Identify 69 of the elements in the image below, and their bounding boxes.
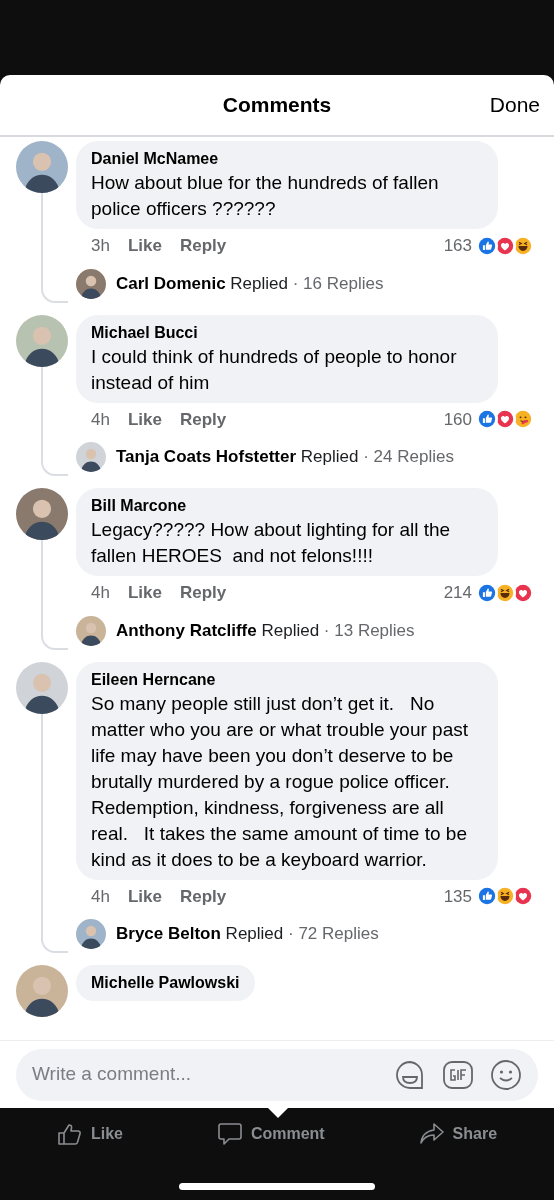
avatar[interactable] [16, 141, 68, 193]
laughing-reaction-icon [494, 885, 516, 908]
replies-summary[interactable]: Tanja Coats Hofstetter Replied · 24 Replies [116, 444, 454, 470]
emoji-icon[interactable] [490, 1058, 522, 1091]
avatar[interactable] [76, 919, 106, 949]
comment-text: Legacy????? How about lighting for all the fallen HEROES and not felons!!!! [91, 518, 452, 568]
action-button[interactable]: Comment [216, 1121, 325, 1147]
like-link[interactable]: Like [127, 406, 162, 432]
reply-link[interactable]: Reply [179, 580, 227, 606]
like-reaction-icon [476, 885, 498, 908]
share-arrow-icon [418, 1121, 445, 1147]
replies-summary[interactable]: Carl Domenic Replied · 16 Replies [116, 270, 384, 297]
avatar[interactable] [76, 615, 106, 646]
heart-reaction-icon [512, 581, 534, 604]
reaction-count: 214 [443, 582, 472, 604]
action-button[interactable]: Share [418, 1121, 498, 1147]
comment-time: 4h [91, 582, 110, 604]
like-link[interactable]: Like [127, 580, 162, 606]
action-label: Comment [250, 1124, 325, 1144]
hugging-reaction-icon [512, 408, 534, 431]
comment-author[interactable]: Bill Marcone [91, 495, 483, 517]
comment-author[interactable]: Michelle Pawlowski [91, 972, 240, 994]
laughing-reaction-icon [494, 581, 516, 604]
comment-time: 3h [91, 235, 110, 257]
comment-text: I could think of hundreds of people to honor instead of him [91, 344, 458, 395]
heart-reaction-icon [494, 234, 516, 257]
reply-link[interactable]: Reply [179, 233, 227, 259]
comment-time: 4h [91, 885, 110, 908]
comment-text: How about blue for the hundreds of fallen police officers ?????? [91, 171, 440, 221]
reply-link[interactable]: Reply [179, 406, 227, 432]
comment-author[interactable]: Daniel McNamee [91, 148, 483, 170]
heart-reaction-icon [512, 885, 534, 908]
replies-link[interactable]: Bryce Belton Replied · 72 Replies [76, 919, 534, 949]
reply-link[interactable]: Reply [179, 883, 227, 909]
avatar[interactable] [16, 488, 68, 540]
replies-summary[interactable]: Anthony Ratcliffe Replied · 13 Replies [116, 617, 415, 644]
avatar[interactable] [16, 661, 68, 714]
thumbs-up-icon [56, 1121, 83, 1147]
sheet-title: Comments [222, 92, 332, 119]
avatar[interactable] [76, 268, 106, 299]
replies-summary[interactable]: Bryce Belton Replied · 72 Replies [116, 921, 379, 947]
speech-bubble-icon [216, 1121, 243, 1147]
like-link[interactable]: Like [127, 233, 162, 259]
comment-text: So many people still just don’t get it. No matter who you are or what trouble your past life may have been you don’t deserve to be brutally murdered by a rogue police officer. Redemption, kindness, forgiveness are all real. It takes the same amount of time to be kind as it does to be a keyboard warrior. [91, 691, 470, 872]
replies-link[interactable]: Anthony Ratcliffe Replied · 13 Replies [76, 615, 534, 646]
laughing-reaction-icon [512, 234, 534, 257]
comment-author[interactable]: Michael Bucci [91, 321, 483, 344]
avatar[interactable] [76, 442, 106, 472]
avatar[interactable] [16, 314, 68, 367]
action-button[interactable]: Like [56, 1121, 123, 1147]
comment-time: 4h [91, 408, 110, 431]
sticker-icon[interactable] [394, 1058, 426, 1091]
action-label: Share [452, 1124, 498, 1144]
reaction-count: 135 [443, 885, 472, 908]
like-reaction-icon [476, 408, 498, 431]
action-label: Like [90, 1124, 123, 1144]
reaction-count: 163 [443, 235, 472, 257]
done-button[interactable]: Done [489, 89, 540, 121]
reaction-count: 160 [443, 408, 472, 431]
replies-link[interactable]: Carl Domenic Replied · 16 Replies [76, 268, 534, 299]
heart-reaction-icon [494, 408, 516, 431]
comment-input[interactable]: Write a comment... [16, 1048, 538, 1101]
comment-author[interactable]: Eileen Herncane [91, 668, 483, 691]
gif-icon[interactable] [442, 1058, 474, 1091]
like-link[interactable]: Like [127, 883, 162, 909]
like-reaction-icon [476, 234, 498, 257]
avatar[interactable] [16, 965, 68, 1017]
replies-link[interactable]: Tanja Coats Hofstetter Replied · 24 Replies [76, 442, 534, 472]
like-reaction-icon [476, 581, 498, 604]
